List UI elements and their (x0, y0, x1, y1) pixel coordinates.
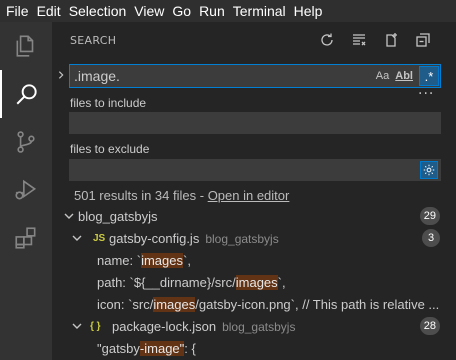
match-row[interactable]: icon: `src/images/gatsby-icon.png`, // T… (52, 293, 456, 315)
match-case-toggle[interactable]: Aa (376, 70, 389, 82)
whole-word-toggle[interactable]: Abl (395, 70, 413, 82)
results-count-text: 501 results in 34 files - (74, 188, 208, 203)
files-to-exclude-input[interactable] (69, 159, 441, 181)
search-input[interactable]: .image. Aa Abl .* (69, 64, 441, 88)
file-name: package-lock.json (112, 318, 217, 334)
activity-bar (0, 22, 52, 360)
match-suffix: /gatsby-icon.png`, // This path is relat… (195, 296, 440, 312)
match-row[interactable]: name: `images`, (52, 249, 456, 271)
json-file-icon: { } (90, 320, 101, 332)
open-in-editor-link[interactable]: Open in editor (208, 188, 290, 203)
match-highlight: images (153, 296, 196, 312)
regex-toggle[interactable]: .* (419, 66, 439, 86)
menu-go[interactable]: Go (172, 3, 191, 19)
menu-edit[interactable]: Edit (37, 3, 61, 19)
refresh-icon[interactable] (318, 31, 336, 49)
match-text: icon: `src/images/gatsby-icon.png`, // T… (97, 296, 449, 312)
menu-run[interactable]: Run (199, 3, 225, 19)
js-file-icon: JS (93, 232, 106, 244)
chevron-down-icon (64, 213, 74, 219)
results-summary: 501 results in 34 files - Open in editor (74, 188, 289, 203)
match-prefix: path: `${__dirname}/src/ (97, 274, 236, 290)
match-suffix: `, (183, 252, 191, 268)
match-text: "gatsby-image": { (97, 340, 449, 356)
search-query[interactable]: .image. (70, 68, 376, 84)
match-text: path: `${__dirname}/src/images`, (97, 274, 449, 290)
files-to-include-label: files to include (70, 96, 147, 110)
collapse-all-icon[interactable] (414, 31, 432, 49)
menu-selection[interactable]: Selection (69, 3, 127, 19)
match-prefix: "gatsby (97, 340, 140, 356)
file-path: blog_gatsbyjs (205, 231, 279, 246)
search-sidebar: SEARCH .image. Aa Abl .* ··· files to in… (52, 22, 456, 360)
match-suffix: `, (277, 274, 286, 290)
run-debug-icon[interactable] (0, 166, 52, 214)
toggle-replace-chevron-icon[interactable] (54, 66, 68, 84)
folder-name: blog_gatsbyjs (78, 208, 158, 224)
file-match-count-badge: 28 (419, 317, 440, 335)
extensions-icon[interactable] (0, 214, 52, 262)
match-text: name: `images`, (97, 252, 449, 268)
file-name-label: gatsby-config.js blog_gatsbyjs (109, 231, 279, 246)
sidebar-header: SEARCH (52, 22, 456, 57)
folder-match-count-badge: 29 (419, 207, 440, 225)
menu-file[interactable]: File (6, 3, 29, 19)
files-to-include-input[interactable] (69, 112, 441, 134)
menu-bar: File Edit Selection View Go Run Terminal… (0, 0, 456, 22)
match-suffix: : { (184, 340, 196, 356)
result-file-row[interactable]: { } package-lock.json blog_gatsbyjs 28 (52, 315, 456, 337)
clear-results-icon[interactable] (350, 31, 368, 49)
match-prefix: icon: `src/ (97, 296, 154, 312)
use-exclude-settings-gear-icon[interactable] (420, 161, 438, 179)
match-row[interactable]: "gatsby-image": { (52, 337, 456, 359)
file-name-label: package-lock.json blog_gatsbyjs (112, 319, 295, 334)
search-icon[interactable] (0, 70, 52, 118)
file-name: gatsby-config.js (109, 230, 200, 246)
match-highlight: images (235, 274, 278, 290)
menu-terminal[interactable]: Terminal (233, 3, 286, 19)
file-match-count-badge: 3 (422, 229, 440, 247)
menu-view[interactable]: View (134, 3, 164, 19)
chevron-down-icon (72, 323, 82, 329)
source-control-icon[interactable] (0, 118, 52, 166)
files-to-exclude-label: files to exclude (70, 142, 150, 156)
match-prefix: name: ` (97, 252, 142, 268)
match-highlight: images (141, 252, 183, 268)
sidebar-title: SEARCH (70, 34, 117, 47)
file-path: blog_gatsbyjs (222, 319, 296, 334)
result-folder-row[interactable]: blog_gatsbyjs 29 (52, 205, 456, 227)
chevron-down-icon (72, 235, 82, 241)
match-row[interactable]: path: `${__dirname}/src/images`, (52, 271, 456, 293)
result-file-row[interactable]: JS gatsby-config.js blog_gatsbyjs 3 (52, 227, 456, 249)
menu-help[interactable]: Help (294, 3, 323, 19)
explorer-icon[interactable] (0, 22, 52, 70)
toggle-search-details-icon[interactable]: ··· (418, 86, 434, 102)
match-highlight: -image" (139, 340, 185, 356)
new-search-editor-icon[interactable] (382, 31, 400, 49)
